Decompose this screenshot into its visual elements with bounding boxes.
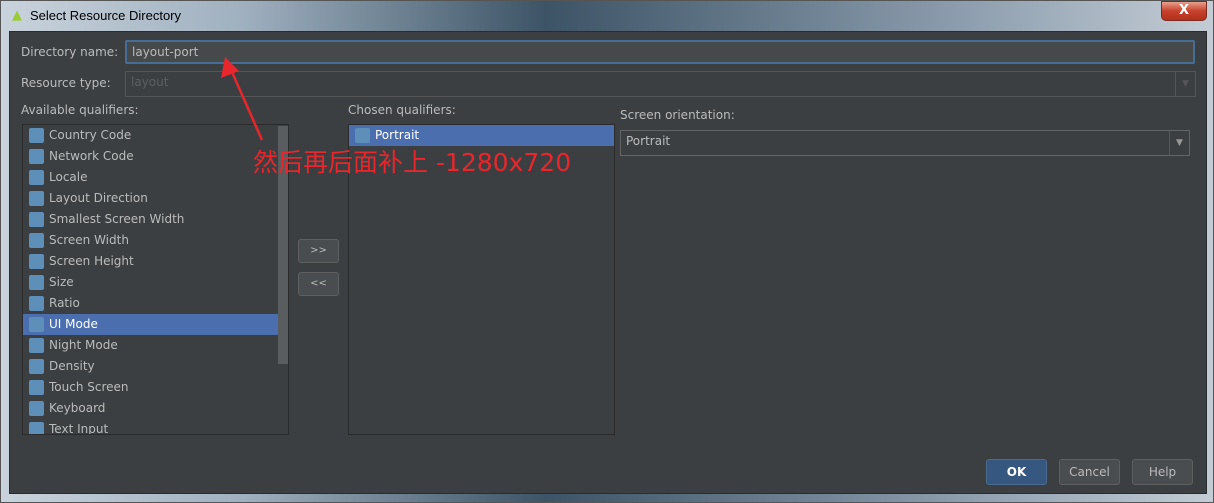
annotation-arrow [221, 57, 264, 141]
annotation-text: 然后再后面补上 -1280x720 [253, 148, 572, 177]
